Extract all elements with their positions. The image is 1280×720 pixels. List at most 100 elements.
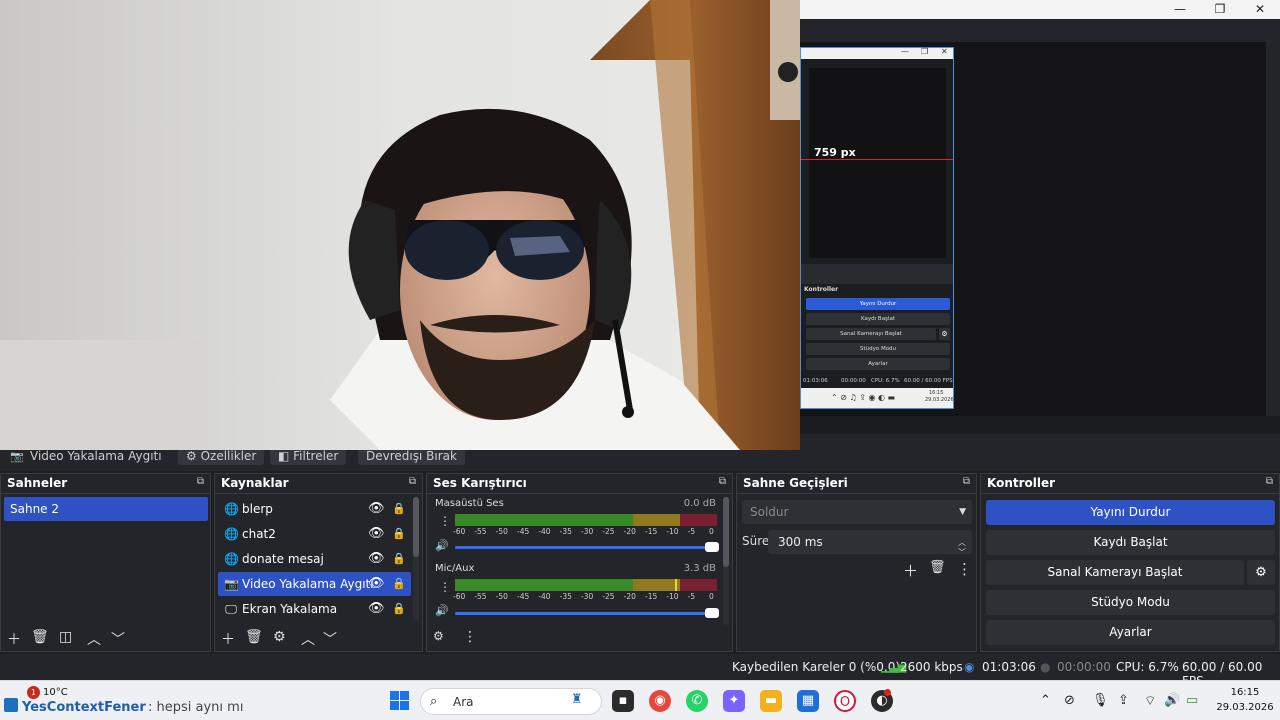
source-item-chat2[interactable]: 🌐 chat2 👁 🔒 bbox=[218, 522, 411, 546]
chrome-icon[interactable]: ◉ bbox=[649, 690, 671, 712]
file-explorer-dark-icon[interactable]: ▪ bbox=[612, 690, 634, 712]
more-vertical-icon[interactable]: ⋮ bbox=[957, 560, 972, 578]
add-icon[interactable]: ＋ bbox=[903, 560, 918, 581]
eye-icon[interactable]: 👁 bbox=[368, 522, 385, 546]
taskbar-search[interactable]: ⌕ Ara ♜ bbox=[420, 688, 602, 715]
mini-cpu: CPU: 6.7% bbox=[871, 378, 900, 384]
add-icon[interactable]: ＋ bbox=[7, 629, 21, 649]
meter-tick-label: -15 bbox=[645, 592, 658, 601]
settings-button[interactable]: Ayarlar bbox=[986, 620, 1275, 645]
sources-header: Kaynaklar ⧉ bbox=[215, 474, 422, 494]
meter-tick-label: -50 bbox=[495, 592, 508, 601]
volume-icon[interactable]: 🔊 bbox=[1164, 693, 1180, 708]
mic-icon[interactable]: 🎙 bbox=[1092, 693, 1109, 708]
stop-stream-button[interactable]: Yayını Durdur bbox=[986, 500, 1275, 525]
whatsapp-icon[interactable]: ✆ bbox=[686, 690, 708, 712]
start-virtual-camera-button[interactable]: Sanal Kamerayı Başlat bbox=[986, 560, 1244, 585]
weather-icon[interactable] bbox=[4, 698, 18, 712]
transitions-title: Sahne Geçişleri bbox=[743, 476, 848, 490]
channel-name: Mic/Aux bbox=[435, 563, 475, 574]
folder-icon[interactable]: ▬ bbox=[760, 690, 782, 712]
properties-button[interactable]: ⚙ Özellikler bbox=[178, 450, 265, 465]
speaker-icon[interactable]: 🔊 bbox=[435, 539, 449, 552]
lock-icon[interactable]: 🔒 bbox=[392, 572, 406, 596]
scrollbar-thumb[interactable] bbox=[723, 497, 729, 567]
lock-icon[interactable]: 🔒 bbox=[392, 597, 406, 621]
trash-icon[interactable]: 🗑 bbox=[31, 629, 49, 645]
eye-icon[interactable]: 👁 bbox=[368, 597, 385, 621]
chevron-up-icon[interactable]: ︿ bbox=[301, 629, 315, 649]
opera-icon[interactable]: O bbox=[834, 690, 856, 712]
scene-item[interactable]: Sahne 2 bbox=[4, 497, 208, 521]
lock-icon[interactable]: 🔒 bbox=[392, 497, 406, 521]
filter-icon[interactable]: ◫ bbox=[59, 629, 72, 645]
copilot-icon[interactable]: ✦ bbox=[723, 690, 745, 712]
volume-slider-knob[interactable] bbox=[705, 542, 719, 552]
gear-icon[interactable]: ⚙ bbox=[1247, 560, 1275, 585]
audio-scrollbar[interactable] bbox=[723, 497, 729, 625]
trash-icon[interactable]: 🗑 bbox=[929, 560, 946, 575]
channel-name: Masaüstü Ses bbox=[435, 498, 504, 509]
system-clock[interactable]: 16:15 29.03.2026 bbox=[1215, 685, 1275, 715]
undock-icon[interactable]: ⧉ bbox=[1266, 476, 1273, 487]
eye-off-icon[interactable]: ⊘ bbox=[1064, 693, 1075, 708]
trash-icon[interactable]: 🗑 bbox=[245, 629, 263, 645]
undock-icon[interactable]: ⧉ bbox=[719, 476, 726, 487]
volume-slider[interactable] bbox=[455, 608, 719, 618]
mini-settings-button: Ayarlar bbox=[806, 358, 950, 370]
record-icon: ● bbox=[1040, 660, 1051, 674]
meter-tick-label: 0 bbox=[709, 527, 714, 536]
close-button[interactable]: ✕ bbox=[1240, 0, 1280, 19]
speaker-icon[interactable]: 🔊 bbox=[435, 604, 449, 617]
temperature[interactable]: 10°C bbox=[43, 687, 68, 698]
volume-slider-knob[interactable] bbox=[705, 608, 719, 618]
windows-start-icon[interactable] bbox=[390, 691, 410, 711]
wifi-icon[interactable]: ⌔ bbox=[1144, 693, 1156, 709]
source-item-blerp[interactable]: 🌐 blerp 👁 🔒 bbox=[218, 497, 411, 521]
chevron-up-icon[interactable]: ︿ bbox=[87, 629, 101, 649]
undock-icon[interactable]: ⧉ bbox=[409, 476, 416, 487]
transition-select[interactable]: Soldur ▼ bbox=[742, 500, 972, 524]
eye-icon[interactable]: 👁 bbox=[368, 547, 385, 571]
volume-slider[interactable] bbox=[455, 542, 719, 552]
duration-input[interactable]: 300 ms ︿ ﹀ bbox=[768, 530, 972, 557]
source-item-donate[interactable]: 🌐 donate mesaj 👁 🔒 bbox=[218, 547, 411, 571]
store-icon[interactable]: ▦ bbox=[797, 690, 819, 712]
start-record-button[interactable]: Kaydı Başlat bbox=[986, 530, 1275, 555]
channel-db: 0.0 dB bbox=[683, 498, 716, 509]
sources-scrollbar[interactable] bbox=[413, 497, 419, 621]
filters-button[interactable]: ◧ Filtreler bbox=[270, 450, 347, 465]
eye-icon[interactable]: 👁 bbox=[368, 572, 385, 596]
lock-icon[interactable]: 🔒 bbox=[392, 522, 406, 546]
source-item-screen-capture[interactable]: 🖵 Ekran Yakalama 👁 🔒 bbox=[218, 597, 411, 621]
mini-maximize-icon: ❐ bbox=[921, 47, 929, 56]
deactivate-button[interactable]: Devredışı Bırak bbox=[358, 450, 465, 465]
eye-icon[interactable]: 👁 bbox=[368, 497, 385, 521]
add-icon[interactable]: ＋ bbox=[221, 629, 235, 649]
gear-icon[interactable]: ⚙ bbox=[273, 629, 286, 645]
maximize-button[interactable]: ❐ bbox=[1200, 0, 1240, 19]
studio-mode-button[interactable]: Stüdyo Modu bbox=[986, 590, 1275, 615]
undock-icon[interactable]: ⧉ bbox=[197, 476, 204, 487]
mini-vcam-button: Sanal Kamerayı Başlat bbox=[806, 328, 936, 340]
chevron-down-icon[interactable]: ﹀ bbox=[111, 629, 125, 649]
mini-studio-button: Stüdyo Modu bbox=[806, 343, 950, 355]
more-vertical-icon[interactable]: ⋮ bbox=[463, 629, 477, 645]
meter-tick-label: -55 bbox=[474, 527, 487, 536]
update-icon[interactable]: ⇪ bbox=[1118, 693, 1129, 708]
undock-icon[interactable]: ⧉ bbox=[963, 476, 970, 487]
minimize-button[interactable]: — bbox=[1160, 0, 1200, 19]
lock-icon[interactable]: 🔒 bbox=[392, 547, 406, 571]
camera-icon: 📷 bbox=[10, 450, 24, 463]
chevron-up-icon[interactable]: ⌃ bbox=[1040, 693, 1051, 708]
battery-icon[interactable]: ▭ bbox=[1186, 693, 1198, 708]
source-label: chat2 bbox=[242, 527, 276, 541]
search-icon: ⌕ bbox=[430, 694, 438, 709]
more-vertical-icon[interactable]: ⋮ bbox=[439, 580, 451, 594]
source-item-video-capture[interactable]: 📷 Video Yakalama Aygıtı 👁 🔒 bbox=[218, 572, 411, 596]
source-label: donate mesaj bbox=[242, 552, 324, 566]
more-vertical-icon[interactable]: ⋮ bbox=[439, 514, 451, 528]
scrollbar-thumb[interactable] bbox=[413, 497, 419, 557]
advanced-audio-icon[interactable]: ⚙ bbox=[433, 629, 444, 643]
chevron-down-icon[interactable]: ﹀ bbox=[323, 629, 337, 649]
